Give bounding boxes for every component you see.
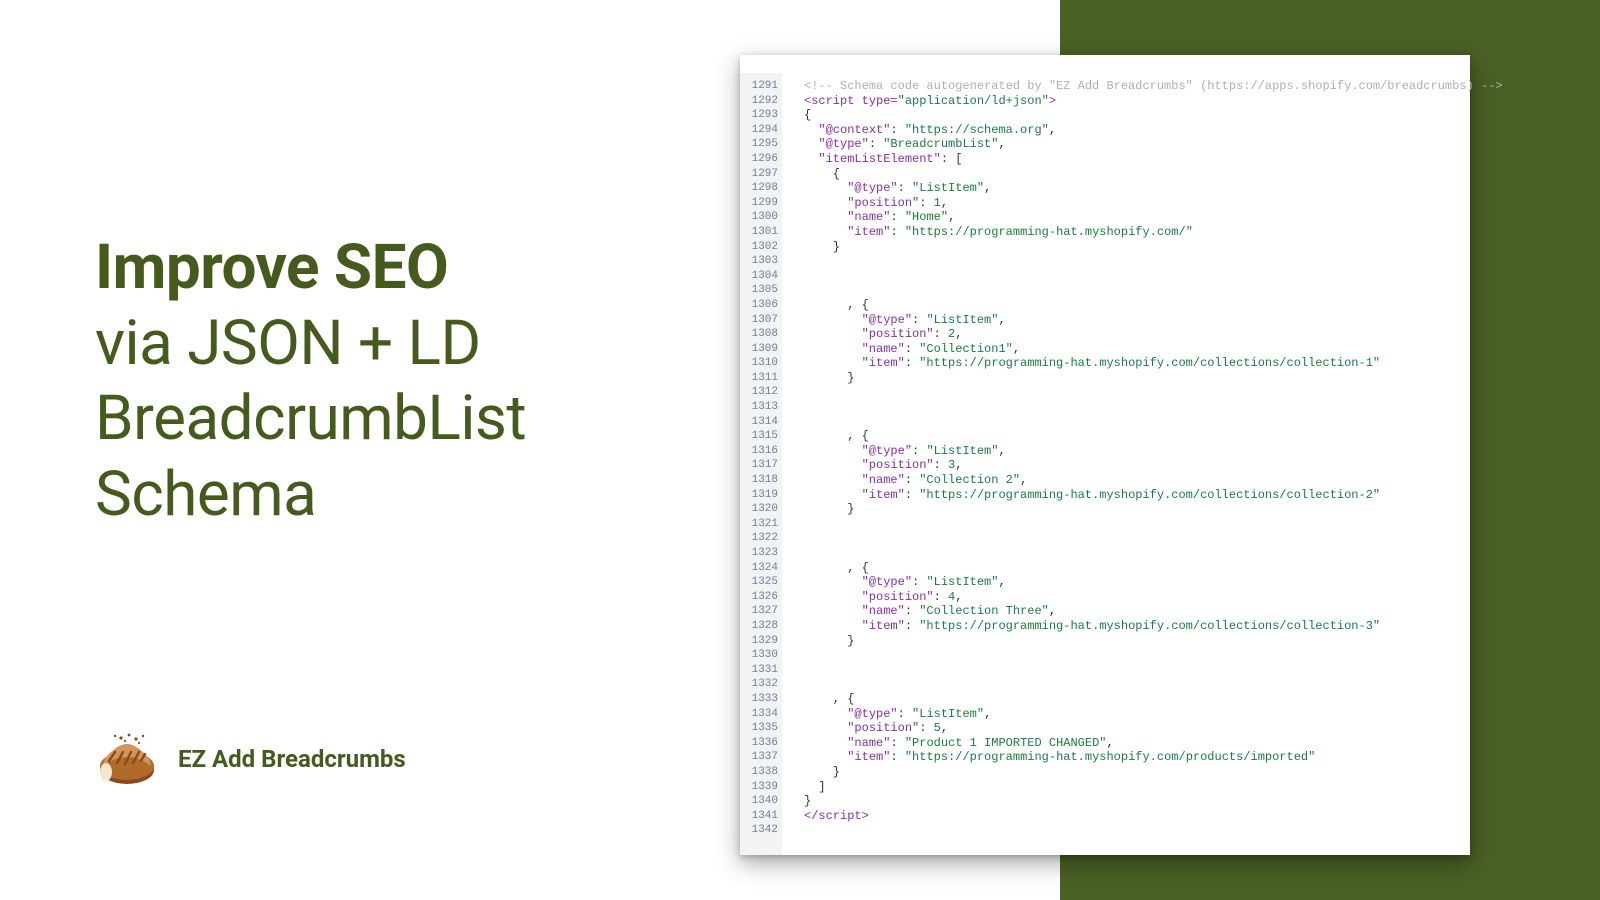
brand-lockup: EZ Add Breadcrumbs: [95, 730, 406, 788]
headline-bold: Improve SEO: [95, 231, 448, 304]
hero-text-block: Improve SEO via JSON + LDBreadcrumbListS…: [95, 230, 715, 533]
code-editor-card: 1291129212931294129512961297129812991300…: [740, 55, 1470, 855]
code-gutter: 1291129212931294129512961297129812991300…: [740, 73, 782, 855]
headline-rest: via JSON + LDBreadcrumbListSchema: [95, 307, 526, 531]
headline: Improve SEO via JSON + LDBreadcrumbListS…: [95, 230, 715, 533]
code-body: <!-- Schema code autogenerated by "EZ Ad…: [782, 73, 1513, 855]
brand-label: EZ Add Breadcrumbs: [178, 745, 406, 773]
bread-icon: [95, 730, 160, 788]
